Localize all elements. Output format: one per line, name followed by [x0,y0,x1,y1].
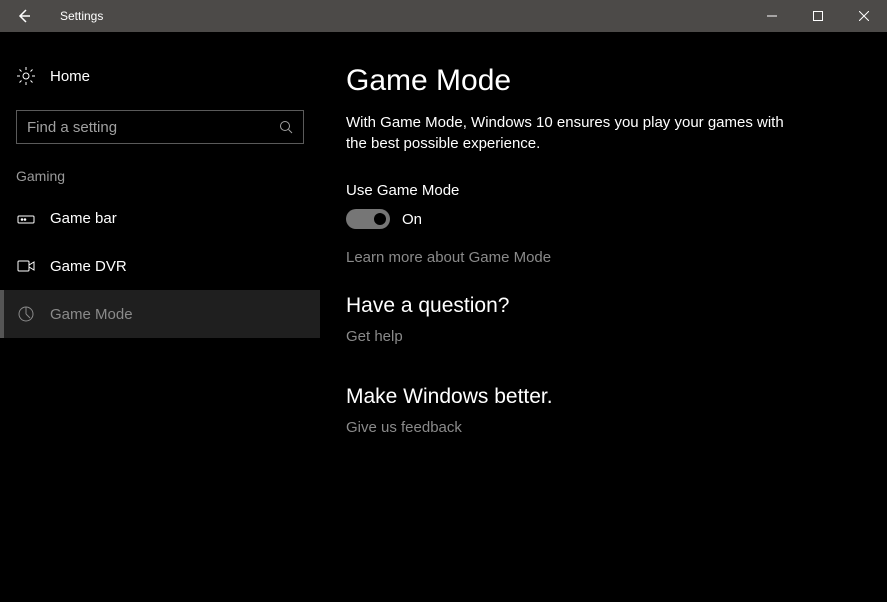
game-bar-icon [16,208,36,228]
sidebar-item-game-dvr[interactable]: Game DVR [0,242,320,290]
get-help-link[interactable]: Get help [346,328,839,345]
minimize-icon [767,11,777,21]
sidebar-section-label: Gaming [0,168,320,194]
maximize-icon [813,11,823,21]
titlebar: Settings [0,0,887,32]
page-title: Game Mode [346,64,839,98]
game-dvr-icon [16,256,36,276]
learn-more-link[interactable]: Learn more about Game Mode [346,249,839,266]
content: Game Mode With Game Mode, Windows 10 ens… [320,32,887,602]
sidebar-item-game-bar[interactable]: Game bar [0,194,320,242]
game-mode-icon [16,304,36,324]
back-arrow-icon [16,8,32,24]
app-title: Settings [48,9,103,23]
search-icon[interactable] [269,111,303,143]
gear-icon [16,66,36,86]
home-nav[interactable]: Home [0,56,320,96]
home-label: Home [50,68,90,85]
toggle-state: On [402,211,422,228]
toggle-knob [374,213,386,225]
game-mode-toggle[interactable] [346,209,390,229]
nav-label: Game Mode [50,306,133,323]
toggle-label: Use Game Mode [346,182,839,199]
back-button[interactable] [0,0,48,32]
question-heading: Have a question? [346,294,839,318]
search-box[interactable] [16,110,304,144]
improve-heading: Make Windows better. [346,385,839,409]
feedback-link[interactable]: Give us feedback [346,419,839,436]
page-description: With Game Mode, Windows 10 ensures you p… [346,112,786,154]
close-button[interactable] [841,0,887,32]
nav-label: Game bar [50,210,117,227]
nav-label: Game DVR [50,258,127,275]
close-icon [859,11,869,21]
sidebar: Home Gaming Game bar Game DVR [0,32,320,602]
maximize-button[interactable] [795,0,841,32]
sidebar-item-game-mode[interactable]: Game Mode [0,290,320,338]
minimize-button[interactable] [749,0,795,32]
search-input[interactable] [17,119,269,136]
